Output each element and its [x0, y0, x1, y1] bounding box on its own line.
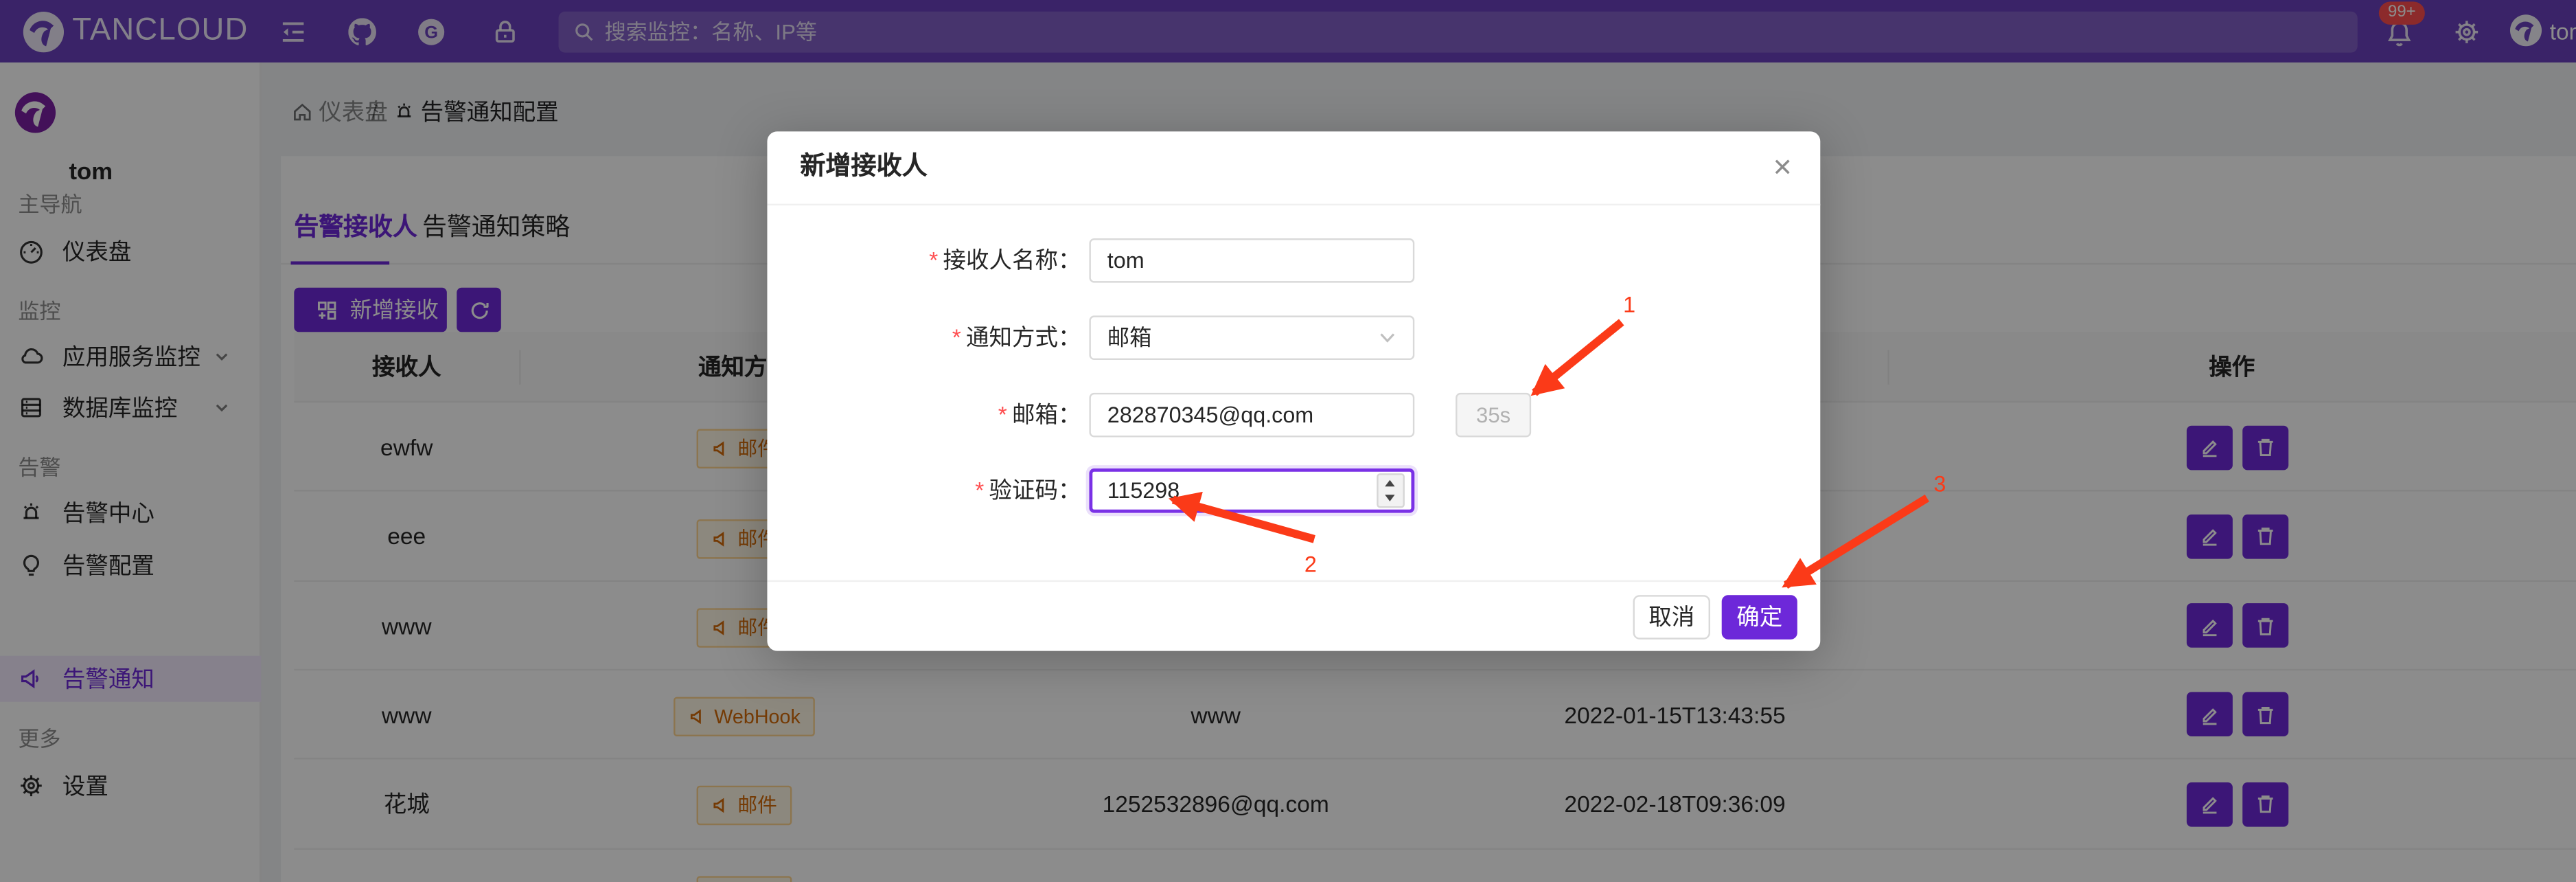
app-window: TANCLOUD G 搜索监控：名称、IP等 99+	[0, 0, 2576, 882]
modal-close-icon[interactable]: ✕	[1768, 155, 1797, 184]
cancel-button[interactable]: 取消	[1633, 595, 1710, 638]
add-receiver-modal: 新增接收人	[767, 131, 1820, 651]
modal-footer-divider	[767, 580, 1820, 582]
field-label-code: *验证码：	[769, 468, 1081, 513]
field-label-email: *邮箱：	[769, 393, 1081, 438]
email-input[interactable]	[1089, 393, 1414, 438]
number-stepper[interactable]	[1377, 473, 1405, 508]
field-label-name: *接收人名称：	[769, 238, 1081, 283]
verify-code-input[interactable]	[1089, 468, 1414, 513]
confirm-button[interactable]: 确定	[1722, 595, 1797, 638]
modal-title: 新增接收人	[800, 131, 927, 203]
send-code-countdown-button[interactable]: 35s	[1456, 393, 1531, 438]
select-chevron-down-icon	[1379, 329, 1396, 347]
notify-type-select[interactable]: 邮箱	[1089, 315, 1414, 360]
receiver-name-input[interactable]	[1089, 238, 1414, 283]
stepper-up-icon[interactable]	[1385, 480, 1394, 487]
modal-header-divider	[767, 204, 1820, 205]
stepper-down-icon[interactable]	[1385, 495, 1394, 501]
field-label-type: *通知方式：	[769, 315, 1081, 360]
